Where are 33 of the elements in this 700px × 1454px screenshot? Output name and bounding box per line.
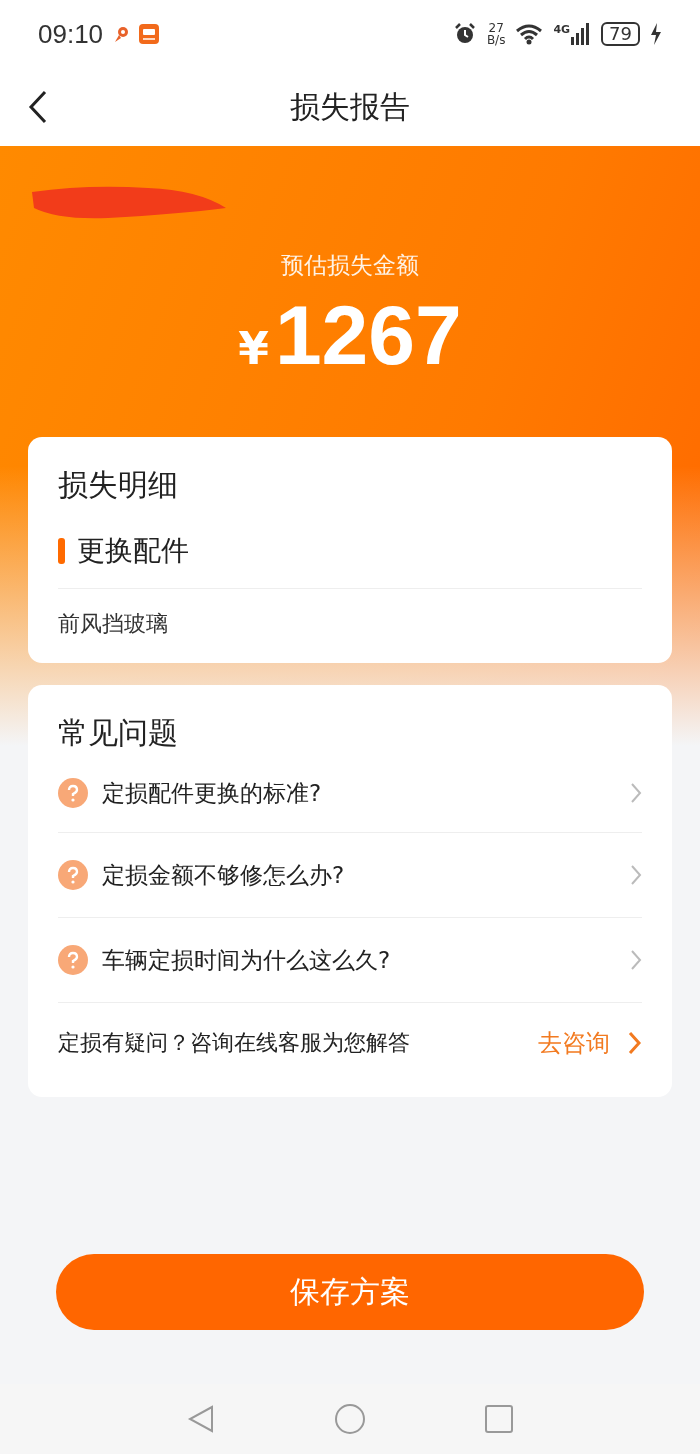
chevron-right-icon bbox=[630, 864, 642, 886]
back-icon bbox=[28, 90, 48, 124]
signal-icon bbox=[571, 23, 592, 45]
section-marker bbox=[58, 538, 65, 564]
recents-icon bbox=[484, 1404, 514, 1434]
speed-unit: B/s bbox=[486, 34, 506, 46]
question-icon bbox=[58, 945, 88, 975]
section-title: 更换配件 bbox=[77, 533, 189, 569]
chevron-right-icon bbox=[630, 949, 642, 971]
currency-symbol: ¥ bbox=[238, 323, 269, 374]
question-icon bbox=[58, 860, 88, 890]
card-title: 常见问题 bbox=[58, 714, 179, 752]
shopping-app-icon bbox=[139, 24, 160, 44]
wifi-icon bbox=[515, 23, 544, 45]
back-icon bbox=[186, 1404, 216, 1434]
network-speed: 27 bbox=[488, 22, 504, 34]
card-title: 损失明细 bbox=[58, 466, 179, 504]
home-icon bbox=[334, 1403, 366, 1435]
chevron-right-icon bbox=[630, 782, 642, 804]
battery-level: 79 bbox=[601, 22, 640, 46]
charging-icon bbox=[650, 23, 662, 45]
faq-item[interactable]: 车辆定损时间为什么这么久? bbox=[58, 918, 642, 1003]
part-item: 前风挡玻璃 bbox=[58, 610, 169, 638]
estimate-label: 预估损失金额 bbox=[281, 251, 419, 280]
loss-amount: 1267 bbox=[274, 287, 462, 384]
question-icon bbox=[58, 778, 88, 808]
faq-item[interactable]: 定损配件更换的标准? bbox=[58, 754, 642, 833]
clock-time: 09:10 bbox=[38, 18, 104, 50]
consult-text: 定损有疑问？咨询在线客服为您解答 bbox=[58, 1029, 411, 1057]
page-title: 损失报告 bbox=[290, 87, 410, 126]
faq-item[interactable]: 定损金额不够修怎么办? bbox=[58, 833, 642, 918]
chevron-right-icon bbox=[628, 1031, 642, 1055]
network-type: 4G bbox=[553, 23, 571, 36]
